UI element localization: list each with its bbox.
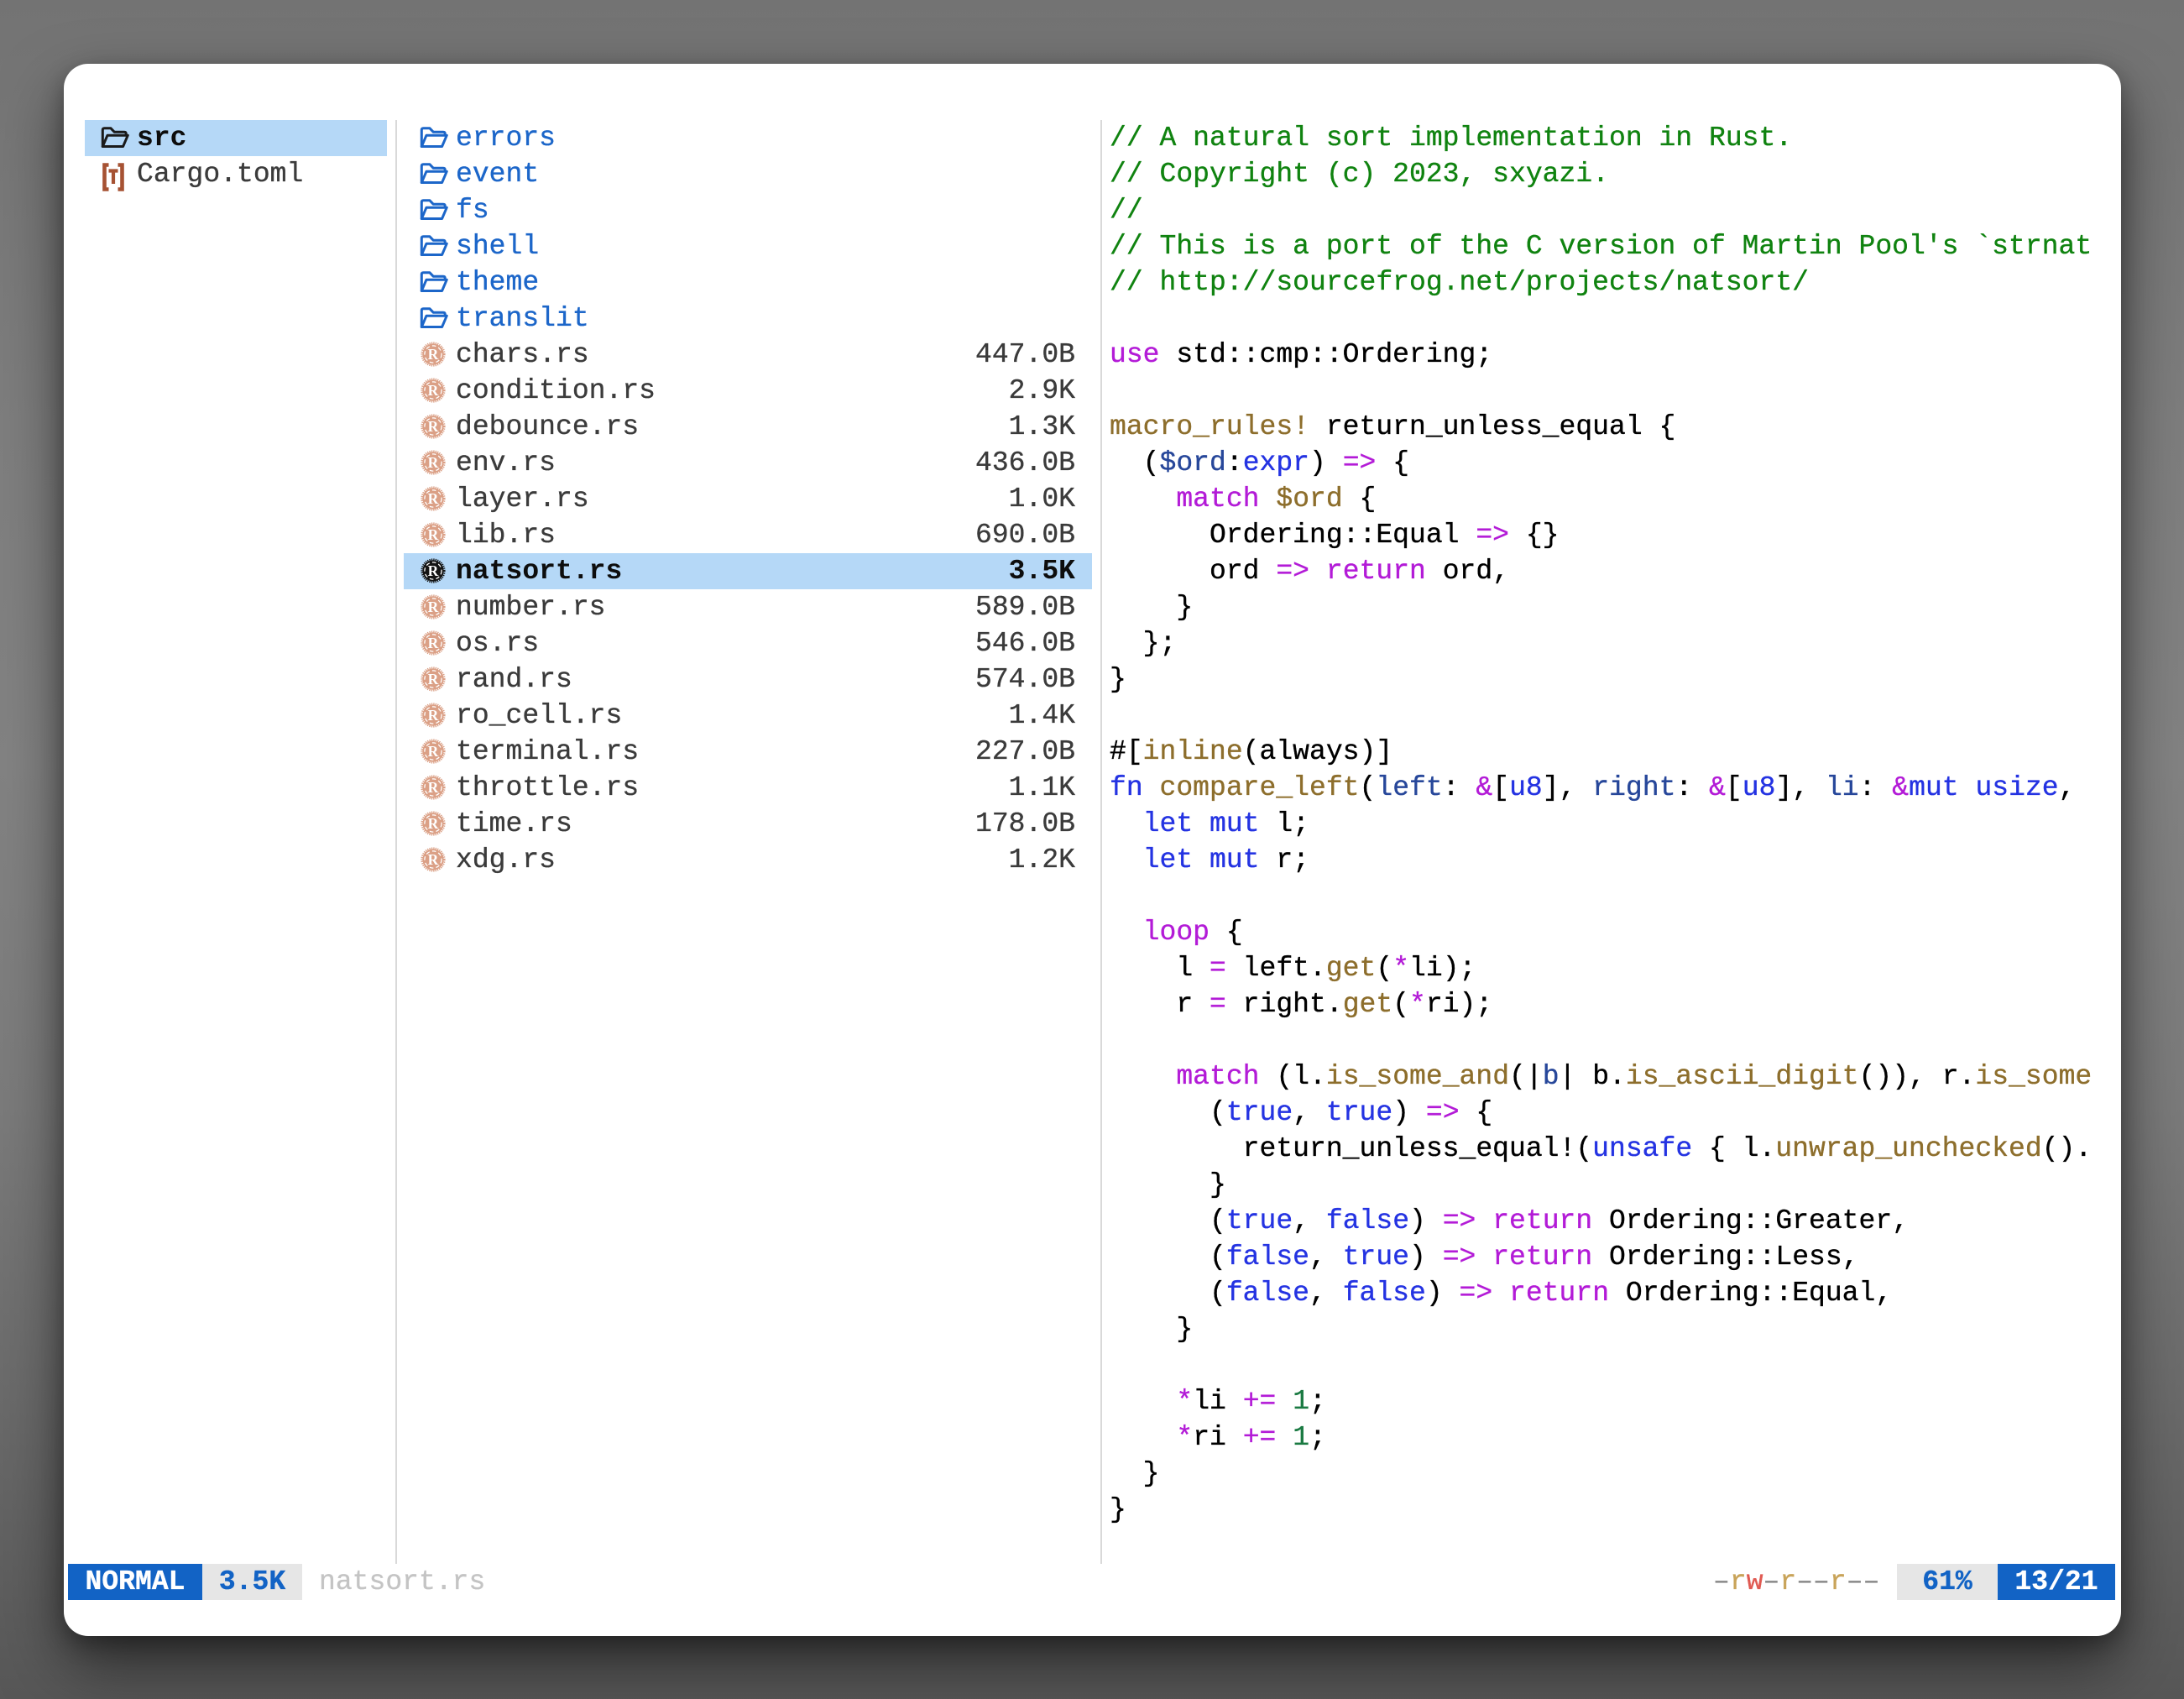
svg-text:R: R: [428, 599, 439, 615]
svg-text:R: R: [428, 526, 439, 543]
svg-text:R: R: [428, 707, 439, 724]
svg-text:R: R: [428, 562, 439, 579]
svg-text:R: R: [428, 490, 439, 507]
svg-text:R: R: [428, 418, 439, 435]
svg-text:R: R: [428, 382, 439, 399]
svg-text:R: R: [428, 779, 439, 796]
svg-text:R: R: [428, 671, 439, 687]
svg-text:R: R: [428, 454, 439, 471]
svg-text:R: R: [428, 815, 439, 832]
svg-text:R: R: [428, 346, 439, 363]
svg-text:R: R: [428, 635, 439, 651]
svg-text:R: R: [428, 743, 439, 760]
svg-text:R: R: [428, 851, 439, 868]
